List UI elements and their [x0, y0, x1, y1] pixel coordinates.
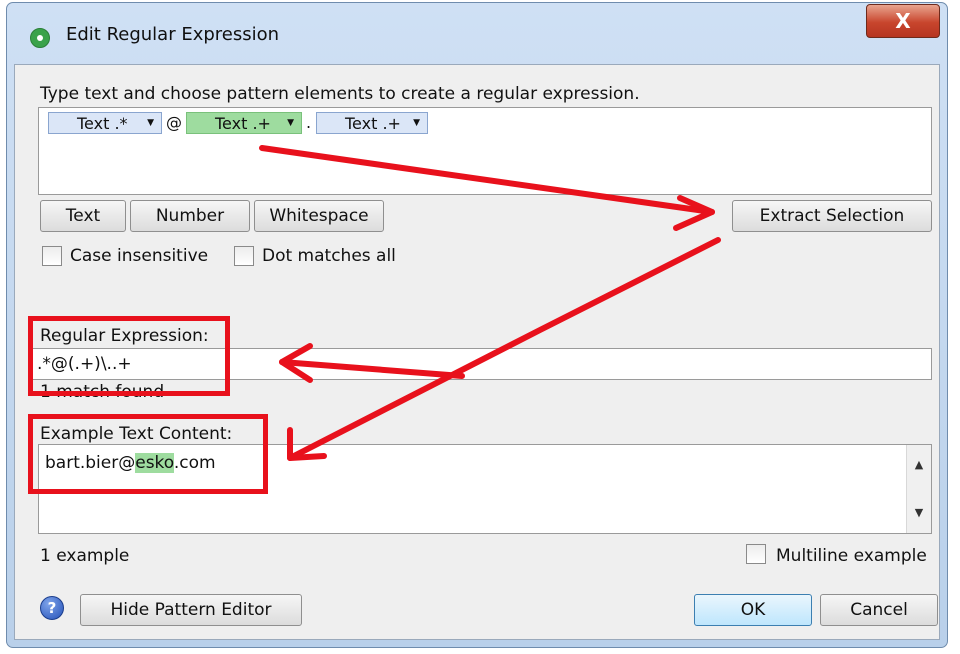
arrow-to-regex-box [279, 359, 465, 379]
annotation-arrows [259, 145, 721, 461]
arrow-to-extract-button [259, 145, 715, 215]
arrow-to-extract-button-head [673, 195, 715, 231]
arrow-to-example-box [287, 237, 721, 461]
